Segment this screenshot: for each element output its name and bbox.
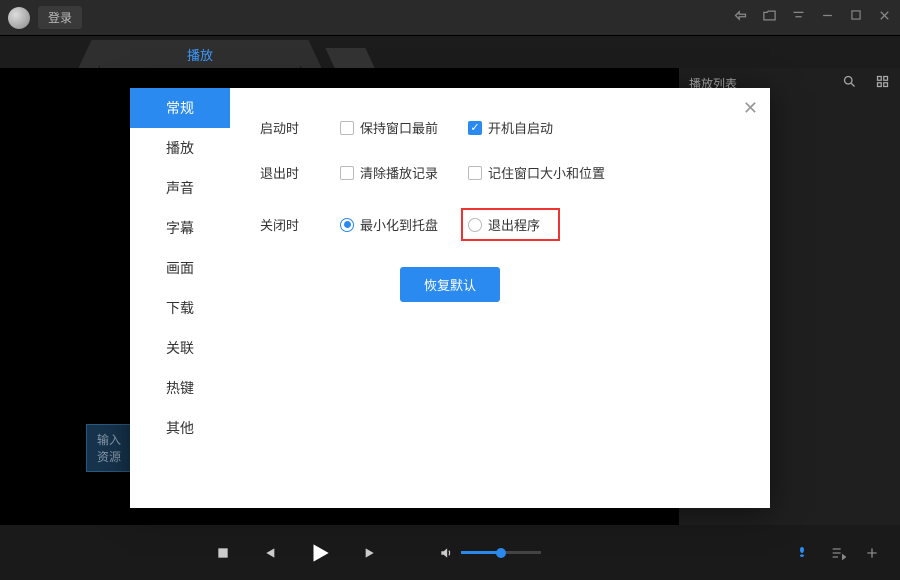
open-icon[interactable] <box>762 8 777 27</box>
volume-slider[interactable] <box>461 551 541 554</box>
titlebar: 登录 <box>0 0 900 36</box>
footer-right <box>796 545 880 561</box>
opt-remember-window[interactable]: 记住窗口大小和位置 <box>468 163 605 182</box>
opt-label: 保持窗口最前 <box>360 118 438 137</box>
settings-dialog: ✕ 常规 播放 声音 字幕 画面 下载 关联 热键 其他 启动时 保持窗口最前 … <box>130 88 770 508</box>
opt-keep-front[interactable]: 保持窗口最前 <box>340 118 438 137</box>
nav-picture[interactable]: 画面 <box>130 248 230 288</box>
opt-exit-program[interactable]: 退出程序 <box>461 208 560 241</box>
dialog-close-button[interactable]: ✕ <box>743 98 758 119</box>
opt-autostart[interactable]: ✓ 开机自启动 <box>468 118 553 137</box>
window-controls <box>733 8 892 27</box>
login-button[interactable]: 登录 <box>38 6 82 29</box>
menu-icon[interactable] <box>791 8 806 27</box>
row-startup: 启动时 保持窗口最前 ✓ 开机自启动 <box>260 118 750 137</box>
playlist-icon[interactable] <box>830 545 846 561</box>
restore-defaults-button[interactable]: 恢复默认 <box>400 267 500 302</box>
nav-subtitle[interactable]: 字幕 <box>130 208 230 248</box>
control-bar <box>0 525 900 580</box>
grid-icon[interactable] <box>875 74 890 93</box>
close-icon[interactable] <box>877 8 892 27</box>
nav-general[interactable]: 常规 <box>130 88 230 128</box>
settings-content: 启动时 保持窗口最前 ✓ 开机自启动 退出时 清除播放记录 记住窗口大小和位置 … <box>230 88 770 508</box>
opt-label: 最小化到托盘 <box>360 215 438 234</box>
tab-play[interactable]: 播放 <box>100 40 300 68</box>
checkbox-keep-front[interactable] <box>340 121 354 135</box>
stop-button[interactable] <box>215 545 231 561</box>
maximize-icon[interactable] <box>849 8 863 27</box>
search-icon[interactable] <box>842 74 857 93</box>
opt-label: 退出程序 <box>488 215 540 234</box>
opt-minimize-tray[interactable]: 最小化到托盘 <box>340 215 438 234</box>
label-exit: 退出时 <box>260 163 340 182</box>
add-icon[interactable] <box>864 545 880 561</box>
checkbox-clear-history[interactable] <box>340 166 354 180</box>
radio-exit-program[interactable] <box>468 218 482 232</box>
pin-icon[interactable] <box>733 8 748 27</box>
checkbox-autostart[interactable]: ✓ <box>468 121 482 135</box>
nav-sound[interactable]: 声音 <box>130 168 230 208</box>
volume-control <box>439 546 541 560</box>
nav-download[interactable]: 下载 <box>130 288 230 328</box>
playback-controls <box>215 540 541 566</box>
nav-hotkey[interactable]: 热键 <box>130 368 230 408</box>
row-exit: 退出时 清除播放记录 记住窗口大小和位置 <box>260 163 750 182</box>
tabs-row: 播放 <box>0 36 900 68</box>
row-close: 关闭时 最小化到托盘 退出程序 <box>260 208 750 241</box>
opt-label: 记住窗口大小和位置 <box>488 163 605 182</box>
tab-label: 播放 <box>187 45 213 64</box>
volume-fill <box>461 551 501 554</box>
radio-minimize-tray[interactable] <box>340 218 354 232</box>
volume-icon[interactable] <box>439 546 453 560</box>
minimize-icon[interactable] <box>820 8 835 27</box>
play-button[interactable] <box>307 540 333 566</box>
opt-label: 开机自启动 <box>488 118 553 137</box>
checkbox-remember-window[interactable] <box>468 166 482 180</box>
nav-other[interactable]: 其他 <box>130 408 230 448</box>
footprint-icon[interactable] <box>796 545 812 561</box>
label-startup: 启动时 <box>260 118 340 137</box>
nav-association[interactable]: 关联 <box>130 328 230 368</box>
next-button[interactable] <box>363 545 379 561</box>
opt-label: 清除播放记录 <box>360 163 438 182</box>
settings-nav: 常规 播放 声音 字幕 画面 下载 关联 热键 其他 <box>130 88 230 508</box>
app-logo <box>8 7 30 29</box>
prev-button[interactable] <box>261 545 277 561</box>
label-close: 关闭时 <box>260 215 340 234</box>
tab-new[interactable] <box>325 48 374 68</box>
nav-playback[interactable]: 播放 <box>130 128 230 168</box>
opt-clear-history[interactable]: 清除播放记录 <box>340 163 438 182</box>
volume-thumb[interactable] <box>496 548 506 558</box>
